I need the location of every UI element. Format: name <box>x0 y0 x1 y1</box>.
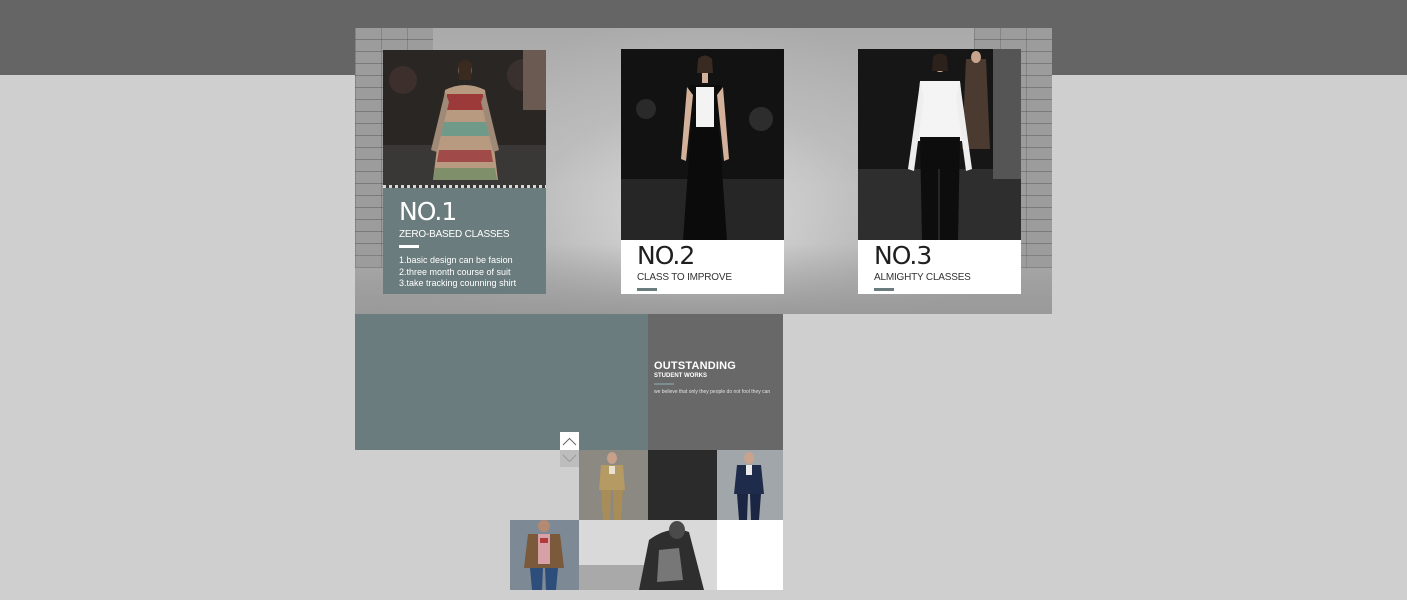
gold-suit-image <box>579 450 648 520</box>
runway-photo-2 <box>621 49 784 240</box>
outstanding-subtitle: STUDENT WORKS <box>654 373 707 379</box>
class-number: NO.3 <box>874 241 932 270</box>
class-number: NO.2 <box>637 241 695 270</box>
model-white-blouse-image <box>858 49 1021 240</box>
model-black-gown-image <box>621 49 784 240</box>
class-subtitle: ALMIGHTY CLASSES <box>874 272 971 283</box>
student-work-tile[interactable] <box>717 450 783 520</box>
student-work-tile[interactable] <box>717 520 783 590</box>
class-feature-item: 2.three month course of suit <box>399 266 511 277</box>
bw-portrait-image <box>579 520 717 590</box>
student-work-tile[interactable] <box>579 450 648 520</box>
student-work-tile[interactable] <box>648 450 717 520</box>
class-card-3[interactable]: NO.3 ALMIGHTY CLASSES <box>858 49 1021 294</box>
runway-photo-3 <box>858 49 1021 240</box>
class-card-3-caption: NO.3 ALMIGHTY CLASSES <box>858 240 1021 294</box>
outstanding-description: we believe that only they people do not … <box>654 389 771 395</box>
accent-bar <box>654 383 674 385</box>
class-feature-list: 1.basic design can be fasion 2.three mon… <box>399 255 546 290</box>
chevron-down-icon <box>562 454 577 463</box>
class-card-1-caption: NO.1 ZERO-BASED CLASSES 1.basic design c… <box>383 188 546 294</box>
outstanding-works-panel: OUTSTANDING STUDENT WORKS we believe tha… <box>648 314 783 450</box>
class-card-2-caption: NO.2 CLASS TO IMPROVE <box>621 240 784 294</box>
navy-suit-image <box>717 450 783 520</box>
student-work-tile[interactable] <box>510 520 579 590</box>
accent-bar <box>637 288 657 291</box>
chevron-up-icon <box>562 437 577 445</box>
model-embroidered-dress-image <box>383 50 546 188</box>
class-feature-item: 1.basic design can be fasion <box>399 255 513 265</box>
class-subtitle: CLASS TO IMPROVE <box>637 272 732 283</box>
class-card-1[interactable]: NO.1 ZERO-BASED CLASSES 1.basic design c… <box>383 50 546 294</box>
scroll-down-button[interactable] <box>560 450 579 467</box>
accent-bar <box>399 245 419 248</box>
runway-photo-1 <box>383 50 546 188</box>
class-feature-item: 3.take tracking counning shirt <box>399 278 517 288</box>
works-teal-panel <box>355 314 648 450</box>
scroll-up-button[interactable] <box>560 432 579 450</box>
class-card-2[interactable]: NO.2 CLASS TO IMPROVE <box>621 49 784 294</box>
accent-bar <box>874 288 894 291</box>
class-subtitle: ZERO-BASED CLASSES <box>399 229 510 240</box>
student-work-tile[interactable] <box>579 520 717 590</box>
patterned-jacket-image <box>510 520 579 590</box>
outstanding-title: OUTSTANDING <box>654 360 737 372</box>
class-number: NO.1 <box>399 197 457 226</box>
